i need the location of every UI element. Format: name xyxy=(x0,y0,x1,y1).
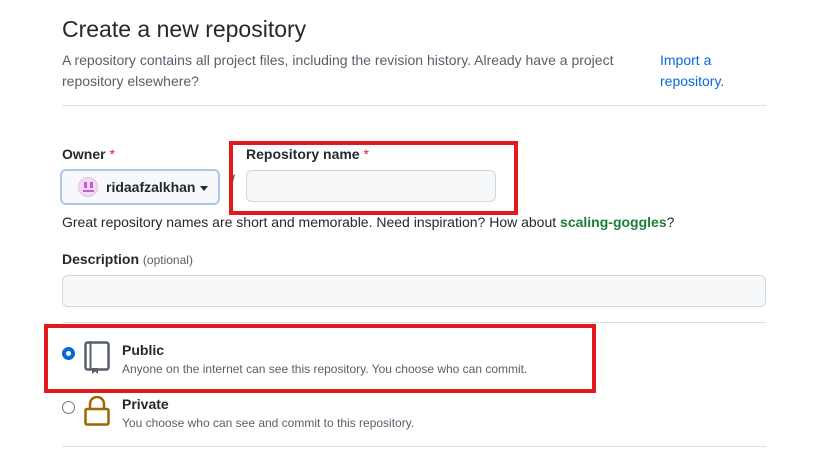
lock-icon xyxy=(84,395,110,431)
page-subtitle: A repository contains all project files,… xyxy=(62,52,614,89)
repo-name-hint-end: ? xyxy=(666,214,675,230)
description-label-text: Description xyxy=(62,251,140,267)
owner-label: Owner * xyxy=(62,146,115,162)
description-optional-text: (optional) xyxy=(142,253,193,267)
owner-select-button[interactable]: ridaafzalkhan xyxy=(60,169,220,205)
description-divider xyxy=(62,322,766,323)
chevron-down-icon xyxy=(200,185,209,191)
owner-label-text: Owner xyxy=(62,146,106,162)
page-title: Create a new repository xyxy=(62,16,307,42)
private-title: Private xyxy=(122,396,169,412)
repo-name-highlight-box xyxy=(229,141,518,215)
description-input[interactable] xyxy=(62,275,766,307)
repo-name-hint: Great repository names are short and mem… xyxy=(62,214,674,230)
description-label: Description (optional) xyxy=(62,251,193,267)
private-description: You choose who can see and commit to thi… xyxy=(122,416,415,430)
private-radio[interactable] xyxy=(62,401,75,414)
visibility-option-private[interactable]: Private You choose who can see and commi… xyxy=(56,392,596,436)
suggested-name-link[interactable]: scaling-goggles xyxy=(560,214,667,230)
visibility-divider xyxy=(62,446,766,447)
repo-name-hint-text: Great repository names are short and mem… xyxy=(62,214,561,230)
public-option-highlight-box xyxy=(44,324,596,393)
header-divider xyxy=(62,105,766,106)
owner-required-mark: * xyxy=(109,146,115,162)
owner-avatar-icon xyxy=(78,177,98,197)
import-repository-link[interactable]: Import a repository. xyxy=(660,50,760,92)
owner-name: ridaafzalkhan xyxy=(106,179,196,195)
